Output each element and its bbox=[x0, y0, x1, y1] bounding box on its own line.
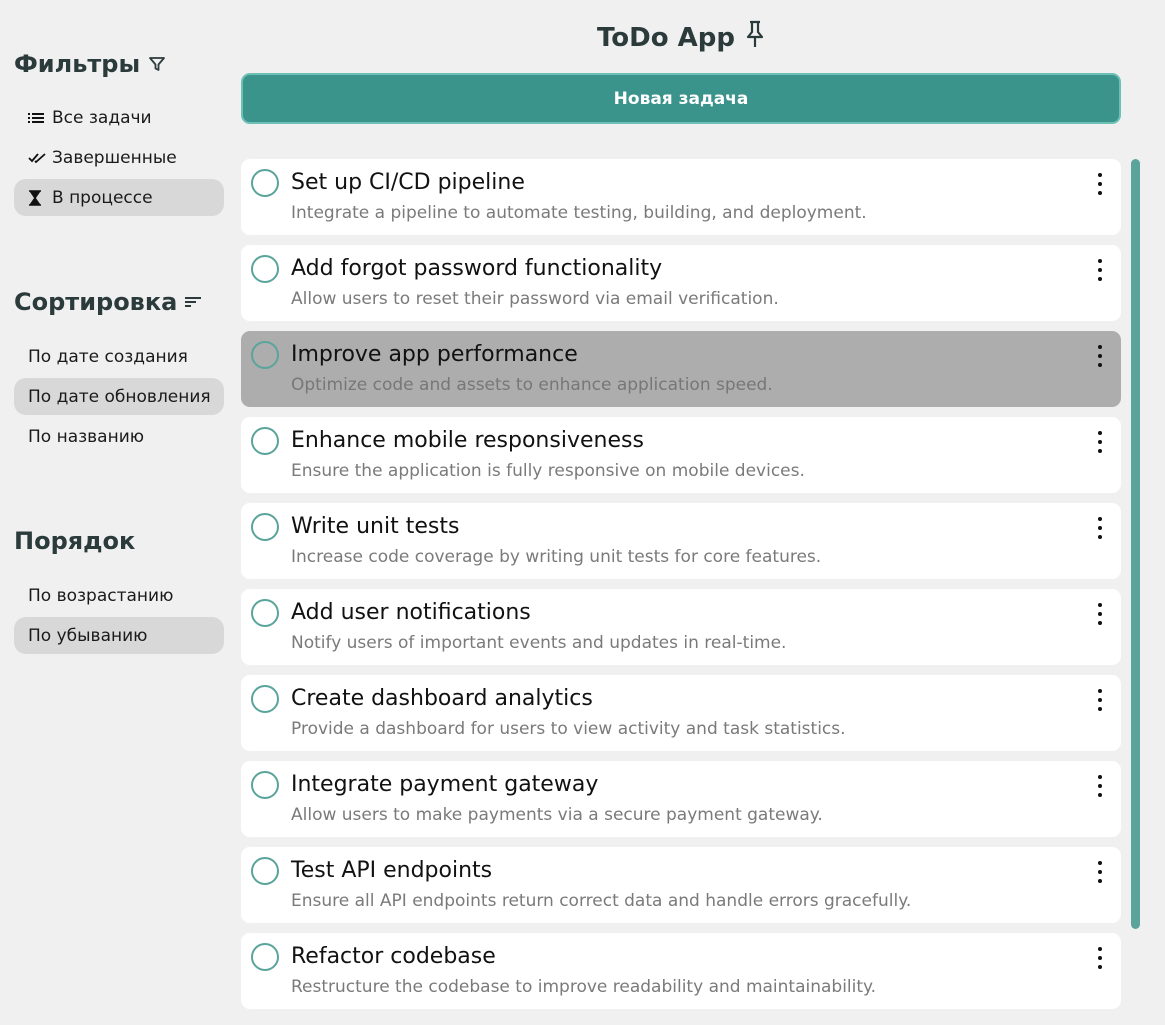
more-options-icon[interactable] bbox=[1091, 517, 1109, 539]
task-description: Ensure all API endpoints return correct … bbox=[291, 891, 912, 911]
more-options-icon[interactable] bbox=[1091, 431, 1109, 453]
order-descending-label: По убыванию bbox=[28, 625, 148, 646]
sort-by-updated-label: По дате обновления bbox=[28, 386, 211, 407]
pin-icon bbox=[745, 20, 765, 55]
app-title-label: ToDo App bbox=[597, 22, 735, 53]
double-check-icon bbox=[28, 152, 46, 164]
task-complete-checkbox[interactable] bbox=[251, 255, 279, 283]
more-options-icon[interactable] bbox=[1091, 947, 1109, 969]
task-item[interactable]: Add user notifications Notify users of im… bbox=[241, 589, 1121, 665]
task-description: Allow users to make payments via a secur… bbox=[291, 805, 823, 825]
order-ascending[interactable]: По возрастанию bbox=[14, 577, 224, 614]
task-item[interactable]: Refactor codebase Restructure the codebas… bbox=[241, 933, 1121, 1009]
task-description: Notify users of important events and upd… bbox=[291, 633, 787, 653]
task-item[interactable]: Integrate payment gateway Allow users to … bbox=[241, 761, 1121, 837]
task-title: Enhance mobile responsiveness bbox=[291, 428, 644, 453]
task-complete-checkbox[interactable] bbox=[251, 427, 279, 455]
task-complete-checkbox[interactable] bbox=[251, 685, 279, 713]
task-complete-checkbox[interactable] bbox=[251, 943, 279, 971]
task-item[interactable]: Enhance mobile responsiveness Ensure the … bbox=[241, 417, 1121, 493]
more-options-icon[interactable] bbox=[1091, 259, 1109, 281]
task-description: Increase code coverage by writing unit t… bbox=[291, 547, 822, 567]
new-task-label: Новая задача bbox=[613, 88, 749, 109]
task-title: Write unit tests bbox=[291, 514, 460, 539]
order-descending[interactable]: По убыванию bbox=[14, 617, 224, 654]
task-title: Test API endpoints bbox=[291, 858, 493, 883]
more-options-icon[interactable] bbox=[1091, 345, 1109, 367]
task-complete-checkbox[interactable] bbox=[251, 513, 279, 541]
filter-in-progress[interactable]: В процессе bbox=[14, 179, 224, 216]
filters-title-label: Фильтры bbox=[14, 50, 141, 78]
more-options-icon[interactable] bbox=[1091, 775, 1109, 797]
more-options-icon[interactable] bbox=[1091, 689, 1109, 711]
task-complete-checkbox[interactable] bbox=[251, 857, 279, 885]
order-title: Порядок bbox=[14, 527, 135, 555]
task-title: Create dashboard analytics bbox=[291, 686, 593, 711]
task-description: Allow users to reset their password via … bbox=[291, 289, 779, 309]
task-complete-checkbox[interactable] bbox=[251, 341, 279, 369]
sort-by-created[interactable]: По дате создания bbox=[14, 338, 224, 375]
task-list: Set up CI/CD pipeline Integrate a pipelin… bbox=[241, 159, 1121, 1019]
new-task-button[interactable]: Новая задача bbox=[241, 73, 1121, 124]
filter-completed-label: Завершенные bbox=[52, 147, 177, 168]
task-title: Add forgot password functionality bbox=[291, 256, 663, 281]
order-title-label: Порядок bbox=[14, 527, 136, 555]
more-options-icon[interactable] bbox=[1091, 173, 1109, 195]
task-item[interactable]: Write unit tests Increase code coverage b… bbox=[241, 503, 1121, 579]
scrollbar[interactable] bbox=[1131, 159, 1140, 929]
more-options-icon[interactable] bbox=[1091, 603, 1109, 625]
filter-completed[interactable]: Завершенные bbox=[14, 139, 224, 176]
sort-by-created-label: По дате создания bbox=[28, 346, 188, 367]
app-title: ToDo App bbox=[241, 20, 1121, 55]
task-title: Improve app performance bbox=[291, 342, 578, 367]
task-description: Optimize code and assets to enhance appl… bbox=[291, 375, 773, 395]
task-title: Set up CI/CD pipeline bbox=[291, 170, 525, 195]
more-options-icon[interactable] bbox=[1091, 861, 1109, 883]
task-description: Ensure the application is fully responsi… bbox=[291, 461, 805, 481]
task-item[interactable]: Create dashboard analytics Provide a dash… bbox=[241, 675, 1121, 751]
sort-by-name[interactable]: По названию bbox=[14, 418, 224, 455]
task-item[interactable]: Set up CI/CD pipeline Integrate a pipelin… bbox=[241, 159, 1121, 235]
sort-by-name-label: По названию bbox=[28, 426, 145, 447]
task-item[interactable]: Test API endpoints Ensure all API endpoin… bbox=[241, 847, 1121, 923]
filter-all-tasks-label: Все задачи bbox=[52, 107, 152, 128]
hourglass-icon bbox=[28, 189, 46, 206]
order-ascending-label: По возрастанию bbox=[28, 585, 174, 606]
task-complete-checkbox[interactable] bbox=[251, 169, 279, 197]
sort-by-updated[interactable]: По дате обновления bbox=[14, 378, 224, 415]
task-title: Integrate payment gateway bbox=[291, 772, 599, 797]
sorting-title: Сортировка bbox=[14, 288, 202, 316]
task-item[interactable]: Add forgot password functionality Allow u… bbox=[241, 245, 1121, 321]
filter-icon bbox=[148, 55, 166, 73]
list-icon bbox=[28, 112, 46, 124]
task-description: Integrate a pipeline to automate testing… bbox=[291, 203, 867, 223]
task-title: Refactor codebase bbox=[291, 944, 496, 969]
filter-in-progress-label: В процессе bbox=[52, 187, 153, 208]
task-title: Add user notifications bbox=[291, 600, 531, 625]
sorting-title-label: Сортировка bbox=[14, 288, 178, 316]
task-complete-checkbox[interactable] bbox=[251, 599, 279, 627]
filter-all-tasks[interactable]: Все задачи bbox=[14, 99, 224, 136]
task-complete-checkbox[interactable] bbox=[251, 771, 279, 799]
sort-icon bbox=[185, 296, 202, 308]
task-item[interactable]: Improve app performance Optimize code and… bbox=[241, 331, 1121, 407]
task-description: Provide a dashboard for users to view ac… bbox=[291, 719, 846, 739]
filters-title: Фильтры bbox=[14, 50, 166, 78]
task-description: Restructure the codebase to improve read… bbox=[291, 977, 877, 997]
